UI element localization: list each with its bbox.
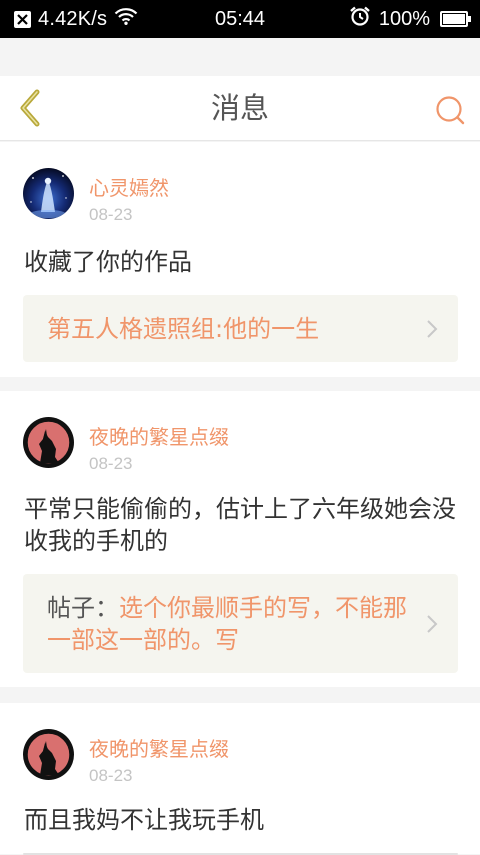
message-text: 平常只能偷偷的，估计上了六年级她会没收我的手机的 [24,495,456,555]
message-text: 收藏了你的作品 [24,248,192,276]
status-bar: 4.42K/s 05:44 100% [0,0,480,38]
battery-icon [440,11,471,27]
battery-level [443,14,465,24]
header-bar: 消息 [0,76,480,141]
referenced-post-prefix: 帖子： [47,594,119,622]
referenced-work-link[interactable]: 第五人格遗照组:他的一生 [23,295,458,362]
battery-percent: 100% [378,7,430,30]
message-date: 08-23 [89,766,133,785]
message-item[interactable]: 心灵嫣然 08-23 收藏了你的作品 第五人格遗照组:他的一生 [0,142,480,377]
status-right: 100% [349,0,471,38]
message-text: 而且我妈不让我玩手机 [24,806,264,834]
avatar[interactable] [23,417,74,468]
referenced-work-title: 第五人格遗照组:他的一生 [47,315,320,343]
search-icon [436,96,465,125]
message-item[interactable]: 夜晚的繁星点缀 08-23 而且我妈不让我玩手机 [0,703,480,855]
message-date: 08-23 [89,454,133,473]
user-name[interactable]: 心灵嫣然 [89,172,169,201]
alarm-icon [349,6,371,32]
avatar[interactable] [23,729,74,780]
message-item[interactable]: 夜晚的繁星点缀 08-23 平常只能偷偷的，估计上了六年级她会没收我的手机的 帖… [0,391,480,687]
message-date: 08-23 [89,205,133,224]
chevron-right-icon [427,319,438,338]
user-name[interactable]: 夜晚的繁星点缀 [89,421,229,450]
chevron-right-icon [427,614,438,633]
page-title: 消息 [210,91,269,125]
avatar[interactable] [23,168,74,219]
referenced-post-link[interactable]: 帖子：选个你最顺手的写，不能那一部这一部的。写 [23,574,458,673]
search-button[interactable] [430,90,470,130]
referenced-post: 帖子：选个你最顺手的写，不能那一部这一部的。写 [47,592,418,656]
user-name[interactable]: 夜晚的繁星点缀 [89,733,229,762]
